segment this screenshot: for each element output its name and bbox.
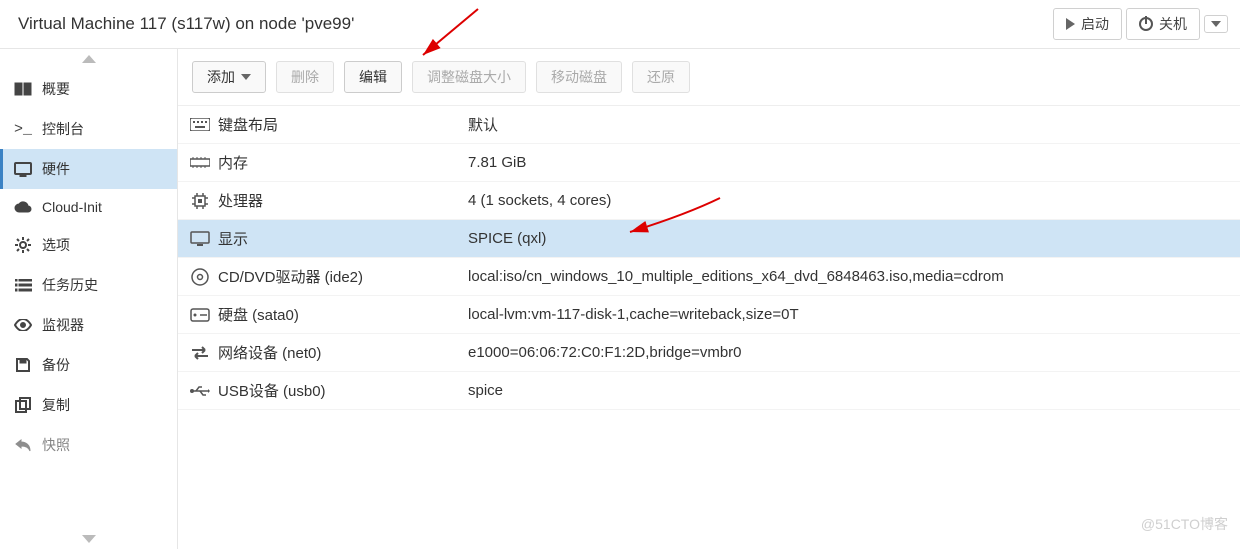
chevron-down-icon: [1211, 21, 1221, 27]
sidebar-item-cloud[interactable]: Cloud-Init: [0, 189, 177, 225]
play-icon: [1066, 18, 1075, 30]
hardware-key: 硬盘 (sata0): [218, 304, 468, 325]
monitor-icon: [14, 162, 32, 177]
add-label: 添加: [207, 67, 235, 87]
hardware-row[interactable]: 内存7.81 GiB: [178, 144, 1240, 182]
shutdown-button[interactable]: 关机: [1126, 8, 1200, 40]
hardware-row[interactable]: 处理器4 (1 sockets, 4 cores): [178, 182, 1240, 220]
start-button[interactable]: 启动: [1053, 8, 1122, 40]
disc-icon: [182, 268, 218, 286]
sidebar-item-label: 任务历史: [42, 275, 98, 295]
hardware-value: spice: [468, 382, 1236, 399]
sidebar-item-clone[interactable]: 复制: [0, 385, 177, 425]
hardware-key: 处理器: [218, 190, 468, 211]
start-label: 启动: [1081, 14, 1109, 34]
sidebar-scroll-up[interactable]: [0, 49, 177, 69]
cpu-icon: [182, 192, 218, 210]
gear-icon: [14, 237, 32, 253]
watermark: @51CTO博客: [1141, 514, 1228, 534]
sidebar-item-undo[interactable]: 快照: [0, 425, 177, 465]
hardware-toolbar: 添加 删除 编辑 调整磁盘大小 移动磁盘 还原: [178, 49, 1240, 106]
hardware-key: CD/DVD驱动器 (ide2): [218, 266, 468, 287]
book-icon: [14, 82, 32, 96]
sidebar-item-book[interactable]: 概要: [0, 69, 177, 109]
header-buttons: 启动 关机: [1053, 8, 1228, 40]
hdd-icon: [182, 308, 218, 322]
hardware-key: 内存: [218, 152, 468, 173]
cloud-icon: [14, 200, 32, 214]
save-icon: [14, 357, 32, 373]
sidebar: 概要 >_ 控制台硬件 Cloud-Init 选项任务历史监视器备份复制快照: [0, 49, 178, 549]
hardware-key: 网络设备 (net0): [218, 342, 468, 363]
sidebar-scroll-down[interactable]: [0, 529, 177, 549]
hardware-key: USB设备 (usb0): [218, 380, 468, 401]
power-icon: [1139, 17, 1153, 31]
list-icon: [14, 279, 32, 292]
hardware-row[interactable]: 网络设备 (net0)e1000=06:06:72:C0:F1:2D,bridg…: [178, 334, 1240, 372]
move-disk-button[interactable]: 移动磁盘: [536, 61, 622, 93]
sidebar-item-save[interactable]: 备份: [0, 345, 177, 385]
sidebar-item-label: 备份: [42, 355, 70, 375]
sidebar-item-list[interactable]: 任务历史: [0, 265, 177, 305]
edit-button[interactable]: 编辑: [344, 61, 402, 93]
hardware-value: 4 (1 sockets, 4 cores): [468, 192, 1236, 209]
sidebar-item-label: 快照: [42, 435, 70, 455]
hardware-key: 键盘布局: [218, 114, 468, 135]
keyboard-icon: [182, 118, 218, 131]
revert-button[interactable]: 还原: [632, 61, 690, 93]
shutdown-label: 关机: [1159, 14, 1187, 34]
clone-icon: [14, 397, 32, 413]
hardware-value: 默认: [468, 114, 1236, 135]
hardware-row[interactable]: 显示SPICE (qxl): [178, 220, 1240, 258]
undo-icon: [14, 438, 32, 452]
memory-icon: [182, 157, 218, 168]
sidebar-item-terminal[interactable]: >_ 控制台: [0, 109, 177, 149]
hardware-row[interactable]: USB设备 (usb0)spice: [178, 372, 1240, 410]
add-button[interactable]: 添加: [192, 61, 266, 93]
sidebar-item-eye[interactable]: 监视器: [0, 305, 177, 345]
sidebar-item-label: 选项: [42, 235, 70, 255]
sidebar-item-gear[interactable]: 选项: [0, 225, 177, 265]
terminal-icon: >_: [14, 121, 32, 138]
hardware-row[interactable]: CD/DVD驱动器 (ide2)local:iso/cn_windows_10_…: [178, 258, 1240, 296]
sidebar-item-label: 监视器: [42, 315, 84, 335]
sidebar-item-label: 概要: [42, 79, 70, 99]
main: 添加 删除 编辑 调整磁盘大小 移动磁盘 还原 键盘布局默认内存7.81 GiB…: [178, 49, 1240, 549]
sidebar-item-label: 硬件: [42, 159, 70, 179]
hardware-list: 键盘布局默认内存7.81 GiB处理器4 (1 sockets, 4 cores…: [178, 106, 1240, 410]
page-title: Virtual Machine 117 (s117w) on node 'pve…: [18, 14, 354, 34]
chevron-down-icon: [82, 535, 96, 543]
hardware-key: 显示: [218, 228, 468, 249]
resize-disk-button[interactable]: 调整磁盘大小: [412, 61, 526, 93]
chevron-down-icon: [241, 74, 251, 80]
hardware-value: local-lvm:vm-117-disk-1,cache=writeback,…: [468, 306, 1236, 323]
eye-icon: [14, 319, 32, 331]
hardware-value: 7.81 GiB: [468, 154, 1236, 171]
shutdown-menu-caret[interactable]: [1204, 15, 1228, 33]
sidebar-item-label: Cloud-Init: [42, 199, 102, 215]
usb-icon: [182, 384, 218, 397]
chevron-up-icon: [82, 55, 96, 63]
hardware-row[interactable]: 硬盘 (sata0)local-lvm:vm-117-disk-1,cache=…: [178, 296, 1240, 334]
remove-button[interactable]: 删除: [276, 61, 334, 93]
sidebar-item-monitor[interactable]: 硬件: [0, 149, 177, 189]
net-icon: [182, 346, 218, 360]
sidebar-item-label: 控制台: [42, 119, 84, 139]
hardware-value: local:iso/cn_windows_10_multiple_edition…: [468, 268, 1236, 285]
hardware-row[interactable]: 键盘布局默认: [178, 106, 1240, 144]
hardware-value: e1000=06:06:72:C0:F1:2D,bridge=vmbr0: [468, 344, 1236, 361]
display-icon: [182, 231, 218, 247]
sidebar-item-label: 复制: [42, 395, 70, 415]
hardware-value: SPICE (qxl): [468, 230, 1236, 247]
header: Virtual Machine 117 (s117w) on node 'pve…: [0, 0, 1240, 49]
